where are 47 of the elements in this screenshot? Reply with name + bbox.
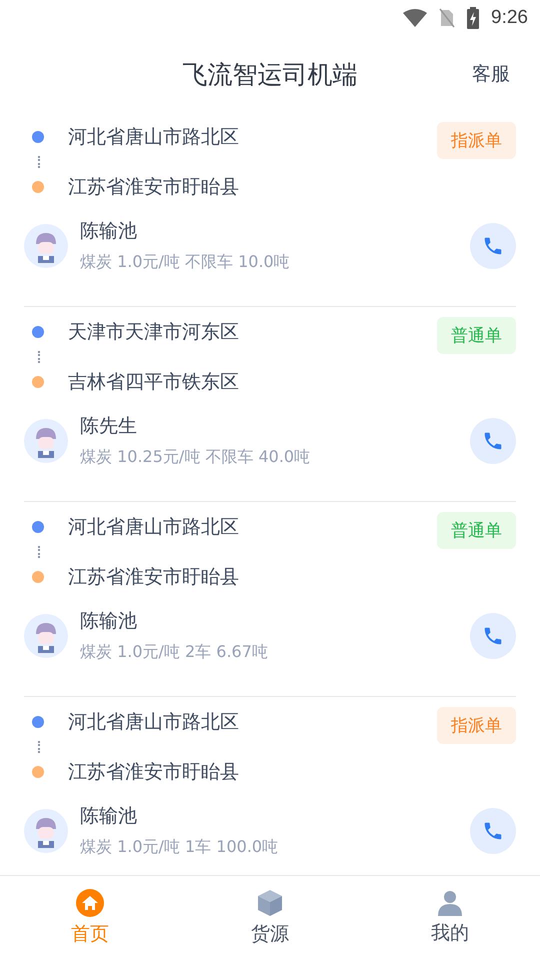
origin-address: 河北省唐山市路北区 xyxy=(68,710,239,735)
status-time: 9:26 xyxy=(491,7,528,29)
cargo-details: 煤炭 1.0元/吨 不限车 10.0吨 xyxy=(80,252,291,273)
home-icon xyxy=(76,889,104,917)
nav-tab[interactable]: 我的 xyxy=(360,876,540,960)
destination-dot xyxy=(32,181,44,193)
call-button[interactable] xyxy=(470,222,516,268)
battery-charging-icon xyxy=(467,7,480,29)
origin-address: 河北省唐山市路北区 xyxy=(68,515,239,540)
destination-address: 吉林省四平市铁东区 xyxy=(68,370,239,395)
avatar-icon xyxy=(24,418,68,462)
cargo-details: 煤炭 1.0元/吨 2车 6.67吨 xyxy=(80,642,269,663)
destination-dot xyxy=(32,376,44,388)
cargo-details: 煤炭 1.0元/吨 1车 100.0吨 xyxy=(80,837,280,858)
contact-name: 陈输池 xyxy=(80,609,138,634)
contact-name: 陈先生 xyxy=(80,414,138,439)
contact-name: 陈输池 xyxy=(80,804,138,829)
origin-dot xyxy=(32,716,44,728)
no-sim-icon xyxy=(439,8,456,28)
destination-address: 江苏省淮安市盱眙县 xyxy=(68,565,239,590)
cargo-details: 煤炭 10.25元/吨 不限车 40.0吨 xyxy=(80,447,312,468)
origin-dot xyxy=(32,326,44,338)
call-button[interactable] xyxy=(470,612,516,658)
destination-address: 江苏省淮安市盱眙县 xyxy=(68,175,239,200)
order-type-tag: 指派单 xyxy=(437,122,516,159)
wifi-icon xyxy=(403,9,428,27)
origin-dot xyxy=(32,131,44,143)
avatar-icon xyxy=(24,614,68,658)
destination-dot xyxy=(32,766,44,778)
avatar-icon xyxy=(24,224,68,268)
person-icon xyxy=(438,890,462,916)
destination-dot xyxy=(32,571,44,583)
destination-address: 江苏省淮安市盱眙县 xyxy=(68,760,239,785)
order-type-tag: 指派单 xyxy=(437,707,516,744)
order-type-tag: 普通单 xyxy=(437,512,516,549)
customer-service-link[interactable]: 客服 xyxy=(472,61,510,87)
origin-dot xyxy=(32,521,44,533)
call-button[interactable] xyxy=(470,808,516,854)
origin-address: 河北省唐山市路北区 xyxy=(68,125,239,150)
app-title: 飞流智运司机端 xyxy=(182,58,358,90)
order-type-tag: 普通单 xyxy=(437,317,516,354)
box-icon xyxy=(257,889,283,917)
avatar-icon xyxy=(24,808,68,852)
nav-tab[interactable]: 货源 xyxy=(180,876,360,960)
contact-name: 陈输池 xyxy=(80,219,138,244)
call-button[interactable] xyxy=(470,418,516,464)
origin-address: 天津市天津市河东区 xyxy=(68,320,239,345)
